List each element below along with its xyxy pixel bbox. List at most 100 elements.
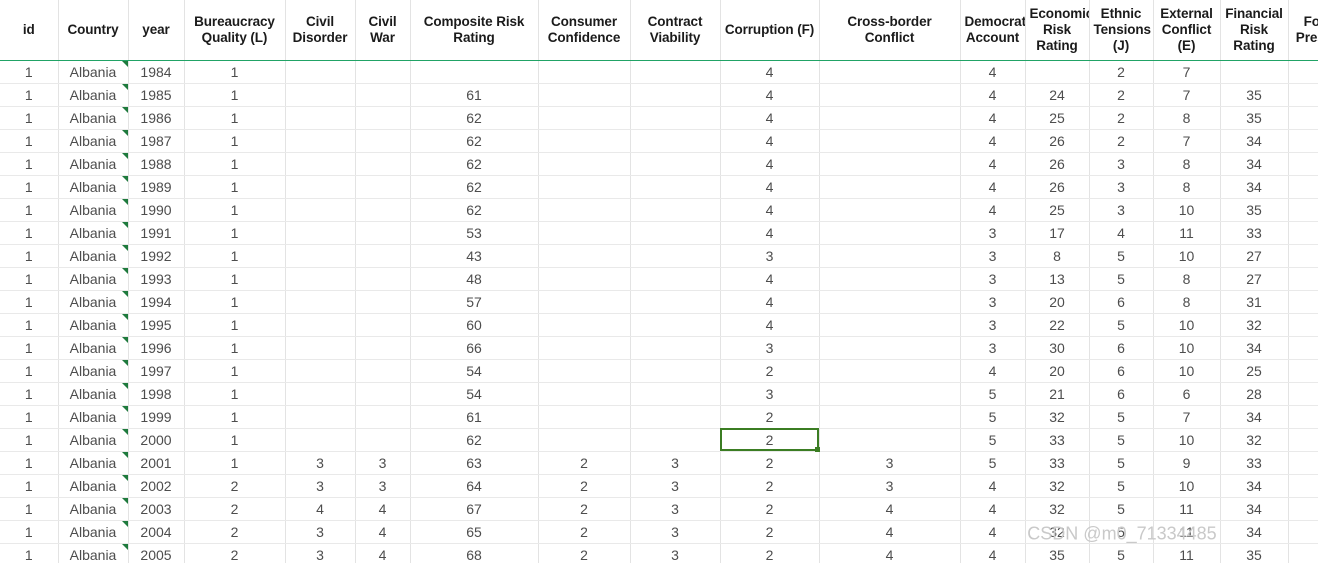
cell-cb[interactable] — [819, 60, 961, 84]
cell-cv[interactable]: 3 — [630, 474, 721, 498]
cell-bq[interactable]: 1 — [184, 221, 286, 245]
table-row[interactable]: 1Albania2002233642323432510344 — [0, 474, 1318, 498]
table-row[interactable]: 1 Albania 2000 1 62 2 5 33 5 10 32 — [0, 428, 1318, 452]
cell-year[interactable]: 1999 — [128, 405, 185, 429]
column-header-cb[interactable]: Cross-border Conflict — [819, 0, 961, 61]
cell-ec[interactable]: 8 — [1153, 267, 1221, 291]
cell-et[interactable]: 2 — [1089, 129, 1154, 153]
cell-bq[interactable]: 1 — [184, 428, 286, 452]
cell-da[interactable]: 4 — [960, 497, 1026, 521]
cell-fp[interactable] — [1288, 336, 1318, 360]
cell-year[interactable]: 1996 — [128, 336, 185, 360]
table-row[interactable]: 1 Albania 1985 1 61 4 4 24 2 7 35 — [0, 83, 1318, 107]
cell-cr[interactable]: 61 — [410, 405, 539, 429]
cell-et[interactable]: 2 — [1089, 60, 1154, 84]
cell-co[interactable]: 2 — [720, 543, 820, 563]
column-header-year[interactable]: year — [128, 0, 185, 61]
cell-year[interactable]: 1987 — [128, 129, 185, 153]
cell-cr[interactable]: 62 — [410, 198, 539, 222]
cell-id[interactable]: 1 — [0, 83, 59, 107]
cell-id[interactable]: 1 — [0, 313, 59, 337]
cell-fp[interactable] — [1288, 244, 1318, 268]
cell-country[interactable]: Albania — [58, 290, 129, 314]
cell-cw[interactable] — [355, 60, 411, 84]
cell-er[interactable]: 30 — [1025, 336, 1090, 360]
column-header-cv[interactable]: Contract Viability — [630, 0, 721, 61]
cell-cc[interactable] — [538, 83, 631, 107]
cell-cb[interactable] — [819, 267, 961, 291]
cell-co[interactable]: 4 — [720, 290, 820, 314]
cell-id[interactable]: 1 — [0, 290, 59, 314]
cell-fr[interactable]: 33 — [1220, 451, 1289, 475]
cell-id[interactable]: 1 — [0, 152, 59, 176]
cell-cd[interactable]: 3 — [285, 474, 356, 498]
cell-cd[interactable] — [285, 267, 356, 291]
cell-cc[interactable] — [538, 313, 631, 337]
cell-fr[interactable]: 34 — [1220, 474, 1289, 498]
cell-fr[interactable]: 34 — [1220, 175, 1289, 199]
cell-cv[interactable]: 3 — [630, 497, 721, 521]
cell-fr[interactable]: 34 — [1220, 336, 1289, 360]
table-row[interactable]: 1 Albania 1998 1 54 3 5 21 6 6 28 — [0, 382, 1318, 406]
cell-cd[interactable] — [285, 221, 356, 245]
cell-cr[interactable] — [410, 60, 539, 84]
cell-et[interactable]: 6 — [1089, 290, 1154, 314]
cell-cw[interactable] — [355, 106, 411, 130]
cell-da[interactable]: 4 — [960, 83, 1026, 107]
cell-fp[interactable] — [1288, 221, 1318, 245]
cell-cv[interactable] — [630, 382, 721, 406]
cell-fp[interactable] — [1288, 313, 1318, 337]
cell-co[interactable]: 2 — [720, 405, 820, 429]
table-row[interactable]: 1Albania2004234652324432511344 — [0, 520, 1318, 544]
cell-cr[interactable]: 64 — [410, 474, 539, 498]
cell-et[interactable]: 3 — [1089, 152, 1154, 176]
cell-cd[interactable] — [285, 313, 356, 337]
cell-bq[interactable]: 1 — [184, 129, 286, 153]
cell-id[interactable]: 1 — [0, 60, 59, 84]
cell-bq[interactable]: 1 — [184, 313, 286, 337]
cell-year[interactable]: 1993 — [128, 267, 185, 291]
cell-country[interactable]: Albania — [58, 520, 129, 544]
cell-ec[interactable]: 11 — [1153, 543, 1221, 563]
cell-id[interactable]: 1 — [0, 106, 59, 130]
cell-fr[interactable]: 34 — [1220, 405, 1289, 429]
cell-da[interactable]: 5 — [960, 451, 1026, 475]
cell-bq[interactable]: 1 — [184, 106, 286, 130]
cell-fp[interactable]: 4 — [1288, 451, 1318, 475]
cell-id[interactable]: 1 — [0, 520, 59, 544]
cell-fr[interactable]: 35 — [1220, 106, 1289, 130]
cell-cd[interactable]: 3 — [285, 520, 356, 544]
cell-da[interactable]: 4 — [960, 543, 1026, 563]
cell-cw[interactable] — [355, 405, 411, 429]
cell-cv[interactable] — [630, 152, 721, 176]
cell-cv[interactable] — [630, 405, 721, 429]
cell-et[interactable]: 6 — [1089, 382, 1154, 406]
table-row[interactable]: 1Albania2005234682324435511354 — [0, 543, 1318, 563]
cell-country[interactable]: Albania — [58, 152, 129, 176]
cell-ec[interactable]: 8 — [1153, 106, 1221, 130]
cell-id[interactable]: 1 — [0, 405, 59, 429]
table-row[interactable]: 1 Albania 1984 1 4 4 2 7 — [0, 60, 1318, 84]
cell-bq[interactable]: 2 — [184, 520, 286, 544]
column-header-et[interactable]: Ethnic Tensions (J) — [1089, 0, 1154, 61]
column-header-country[interactable]: Country — [58, 0, 129, 61]
cell-cw[interactable]: 4 — [355, 497, 411, 521]
column-header-er[interactable]: Economic Risk Rating — [1025, 0, 1090, 61]
table-row[interactable]: 1 Albania 1992 1 43 3 3 8 5 10 27 — [0, 244, 1318, 268]
cell-ec[interactable]: 10 — [1153, 474, 1221, 498]
table-row[interactable]: 1Albania200113363232353359334 — [0, 451, 1318, 475]
cell-et[interactable]: 5 — [1089, 497, 1154, 521]
cell-cb[interactable] — [819, 175, 961, 199]
cell-cc[interactable]: 2 — [538, 474, 631, 498]
cell-et[interactable]: 5 — [1089, 520, 1154, 544]
cell-country[interactable]: Albania — [58, 106, 129, 130]
table-row[interactable]: 1 Albania 1999 1 61 2 5 32 5 7 34 — [0, 405, 1318, 429]
cell-cd[interactable] — [285, 152, 356, 176]
cell-fr[interactable]: 34 — [1220, 152, 1289, 176]
cell-cc[interactable] — [538, 359, 631, 383]
cell-bq[interactable]: 2 — [184, 543, 286, 563]
cell-cd[interactable] — [285, 175, 356, 199]
cell-year[interactable]: 1992 — [128, 244, 185, 268]
cell-cc[interactable] — [538, 382, 631, 406]
cell-co[interactable]: 2 — [720, 497, 820, 521]
